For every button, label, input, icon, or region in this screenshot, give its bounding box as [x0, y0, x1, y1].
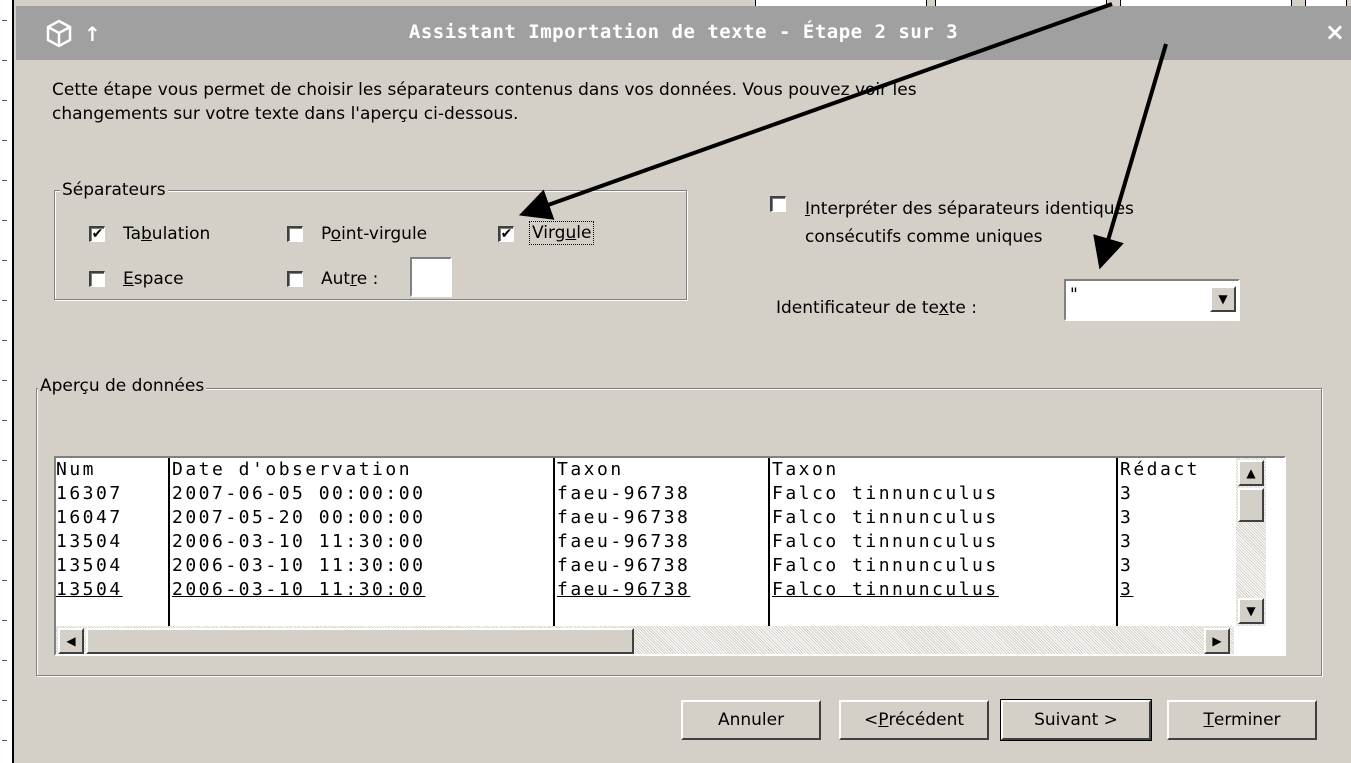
- table-cell: Falco tinnunculus: [772, 555, 999, 576]
- table-cell: 2007-05-20 00:00:00: [172, 507, 426, 528]
- comma-label[interactable]: Virgule: [528, 221, 595, 245]
- description-line-1: Cette étape vous permet de choisir les s…: [52, 80, 917, 100]
- title-bar[interactable]: ↑ Assistant Importation de texte - Étape…: [16, 6, 1351, 60]
- table-cell: Falco tinnunculus: [772, 483, 999, 504]
- semicolon-checkbox[interactable]: [287, 226, 303, 242]
- table-cell: 16307: [56, 483, 123, 504]
- dropdown-arrow-icon[interactable]: ▼: [1210, 286, 1236, 312]
- table-cell: 3: [1120, 483, 1134, 504]
- table-cell: faeu-96738: [557, 507, 691, 528]
- table-cell: 3: [1120, 531, 1134, 552]
- other-separator-input[interactable]: [410, 257, 452, 297]
- data-preview-legend: Aperçu de données: [38, 376, 207, 396]
- table-cell: 3: [1120, 579, 1134, 600]
- table-cell: faeu-96738: [557, 579, 691, 600]
- table-cell: faeu-96738: [557, 483, 691, 504]
- tab-label[interactable]: Tabulation: [123, 224, 210, 244]
- separators-legend: Séparateurs: [60, 180, 168, 200]
- finish-button[interactable]: Terminer: [1167, 700, 1317, 740]
- table-cell: 2007-06-05 00:00:00: [172, 483, 426, 504]
- window-title: Assistant Importation de texte - Étape 2…: [408, 21, 959, 43]
- table-cell: 16047: [56, 507, 123, 528]
- horizontal-scrollbar[interactable]: ◀ ▶: [56, 626, 1234, 654]
- other-label[interactable]: Autre :: [321, 269, 378, 289]
- preview-table: Num Date d'observation Taxon Taxon Rédac…: [56, 458, 1234, 626]
- column-header-num[interactable]: Num: [56, 458, 96, 482]
- column-divider: [168, 458, 170, 626]
- scroll-left-icon[interactable]: ◀: [58, 628, 84, 654]
- column-header-redacteur[interactable]: Rédact: [1120, 458, 1200, 482]
- description-line-2: changements sur votre texte dans l'aperç…: [52, 104, 519, 124]
- data-preview-grid[interactable]: Num Date d'observation Taxon Taxon Rédac…: [54, 456, 1286, 656]
- column-header-taxon-name[interactable]: Taxon: [772, 458, 839, 482]
- comma-checkbox[interactable]: ✔: [498, 226, 514, 242]
- table-cell: 3: [1120, 555, 1134, 576]
- table-cell: 3: [1120, 507, 1134, 528]
- table-cell: Falco tinnunculus: [772, 531, 999, 552]
- scroll-right-icon[interactable]: ▶: [1204, 628, 1230, 654]
- text-qualifier-select[interactable]: " ▼: [1064, 279, 1240, 321]
- background-window-edge: [0, 0, 14, 763]
- cancel-button[interactable]: Annuler: [681, 700, 821, 740]
- vertical-scroll-thumb[interactable]: [1238, 488, 1264, 522]
- next-button[interactable]: Suivant >: [1000, 699, 1152, 741]
- table-cell: Falco tinnunculus: [772, 507, 999, 528]
- column-divider: [768, 458, 770, 626]
- table-cell: 2006-03-10 11:30:00: [172, 531, 426, 552]
- space-label[interactable]: Espace: [123, 269, 184, 289]
- tab-checkbox[interactable]: ✔: [89, 226, 105, 242]
- space-checkbox[interactable]: [89, 271, 105, 287]
- other-checkbox[interactable]: [287, 271, 303, 287]
- table-cell: faeu-96738: [557, 531, 691, 552]
- table-cell: 2006-03-10 11:30:00: [172, 579, 426, 600]
- column-divider: [553, 458, 555, 626]
- step-description: Cette étape vous permet de choisir les s…: [52, 78, 1172, 126]
- column-header-date[interactable]: Date d'observation: [172, 458, 412, 482]
- text-qualifier-value: ": [1070, 285, 1078, 305]
- vertical-scrollbar[interactable]: ▲ ▼: [1236, 458, 1266, 626]
- consecutive-label[interactable]: Interpréter des séparateurs identiques c…: [805, 195, 1134, 251]
- horizontal-scroll-thumb[interactable]: [86, 628, 634, 654]
- scroll-up-icon[interactable]: ▲: [1238, 460, 1264, 486]
- table-cell: 13504: [56, 579, 123, 600]
- column-divider: [1116, 458, 1118, 626]
- text-qualifier-label: Identificateur de texte :: [776, 298, 977, 318]
- table-cell: 2006-03-10 11:30:00: [172, 555, 426, 576]
- consecutive-checkbox[interactable]: [770, 196, 786, 212]
- column-header-taxon[interactable]: Taxon: [557, 458, 624, 482]
- table-cell: 13504: [56, 555, 123, 576]
- table-cell: 13504: [56, 531, 123, 552]
- table-cell: faeu-96738: [557, 555, 691, 576]
- previous-button[interactable]: < Précédent: [839, 700, 989, 740]
- table-cell: Falco tinnunculus: [772, 579, 999, 600]
- close-icon[interactable]: ×: [1325, 18, 1345, 46]
- semicolon-label[interactable]: Point-virgule: [321, 224, 427, 244]
- scroll-down-icon[interactable]: ▼: [1238, 598, 1264, 624]
